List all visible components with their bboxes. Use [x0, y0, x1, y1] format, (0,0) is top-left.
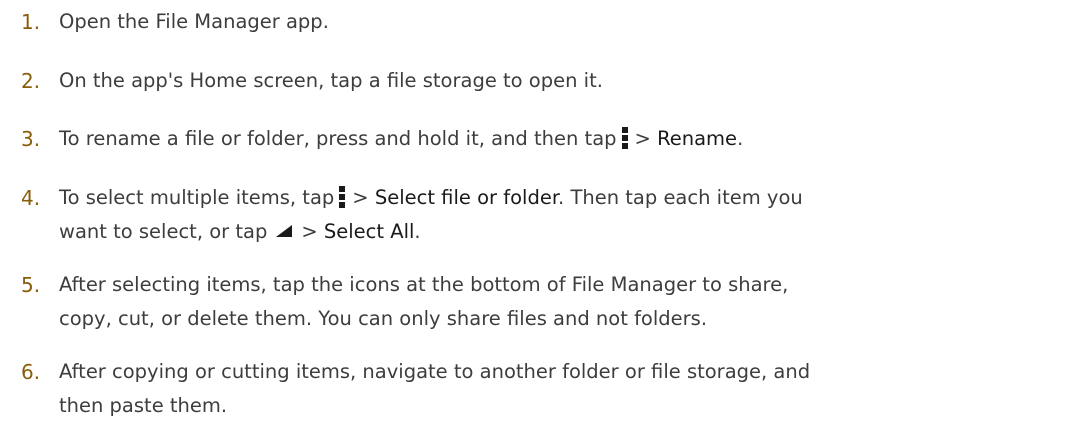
step-text-content: To rename a file or folder, press and ho… — [59, 127, 617, 150]
punctuation: . — [737, 127, 744, 150]
step-text: To select multiple items, tap > Select fi… — [59, 181, 1069, 249]
step-number: 1. — [21, 10, 41, 34]
menu-icon — [621, 126, 629, 150]
step-text: After copying or cutting items, navigate… — [59, 355, 1069, 423]
punctuation: . — [414, 220, 421, 243]
step-text-content: On the app's Home screen, tap a file sto… — [59, 69, 603, 92]
step-text-line1: After selecting items, tap the icons at … — [59, 273, 789, 296]
select-file-or-folder-action: Select file or folder — [374, 186, 559, 209]
separator: > — [352, 186, 375, 209]
step-number: 2. — [21, 69, 41, 93]
step-text-line1-end: . Then tap each item you — [558, 186, 803, 209]
step-text-content: Open the File Manager app. — [59, 10, 329, 33]
step-text-line2: copy, cut, or delete them. You can only … — [59, 307, 708, 330]
step-text-line1-start: To select multiple items, tap — [59, 186, 335, 209]
step-number: 6. — [21, 360, 41, 384]
step-text-line2-start: want to select, or tap — [59, 220, 268, 243]
step-text: Open the File Manager app. — [59, 5, 1069, 39]
select-all-action: Select All — [323, 220, 415, 243]
step-number: 5. — [21, 273, 41, 297]
step-text: On the app's Home screen, tap a file sto… — [59, 64, 1069, 98]
step-text: To rename a file or folder, press and ho… — [59, 122, 1069, 156]
menu-icon — [338, 185, 346, 209]
step-number: 3. — [21, 127, 41, 151]
step-number: 4. — [21, 186, 41, 210]
separator: > — [634, 127, 658, 150]
step-text-line2: then paste them. — [59, 394, 228, 417]
rename-action: Rename — [657, 127, 738, 150]
separator: > — [301, 220, 324, 243]
triangle-icon — [275, 224, 293, 238]
step-text: After selecting items, tap the icons at … — [59, 268, 1069, 336]
instructions-document: 1. Open the File Manager app. 2. On the … — [0, 0, 1073, 417]
step-text-line1: After copying or cutting items, navigate… — [59, 360, 811, 383]
